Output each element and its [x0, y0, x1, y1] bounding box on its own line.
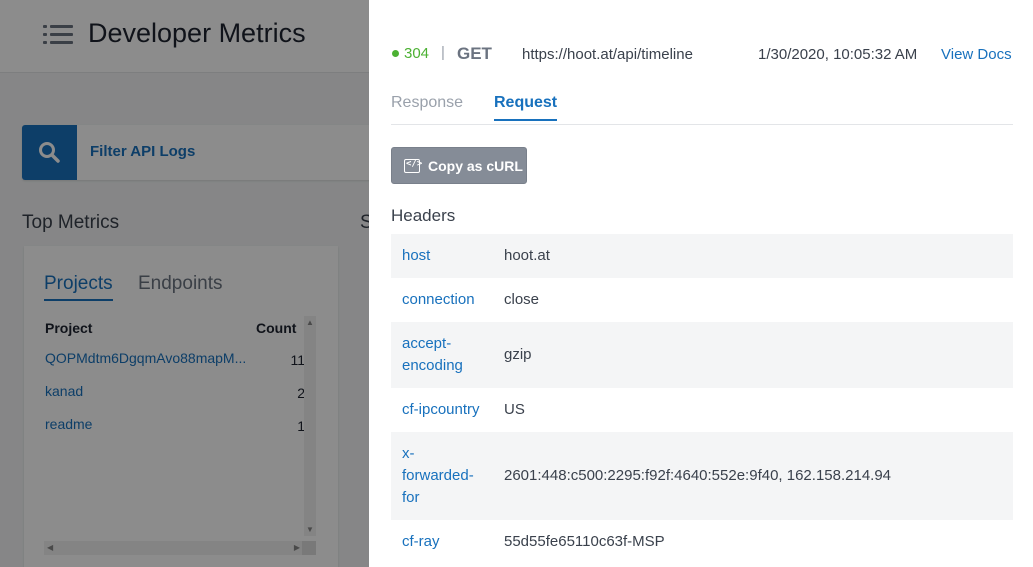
separator: |: [441, 44, 445, 61]
header-value: 55d55fe65110c63f-MSP: [504, 533, 665, 550]
header-value: close: [504, 291, 540, 308]
header-key[interactable]: x-forwarded-for: [402, 443, 482, 509]
view-docs-link[interactable]: View Docs: [941, 46, 1012, 63]
status-dot-icon: [392, 50, 399, 57]
header-value: hoot.at: [504, 247, 550, 264]
request-url: https://hoot.at/api/timeline: [522, 46, 693, 63]
header-key[interactable]: cf-ray: [402, 531, 492, 553]
header-key[interactable]: cf-ipcountry: [402, 399, 492, 421]
copy-as-curl-label: Copy as cURL: [428, 158, 523, 174]
api-log-detail-panel: 304 | GET https://hoot.at/api/timeline 1…: [369, 0, 1033, 567]
tab-response[interactable]: Response: [391, 94, 463, 112]
header-row: cf-ipcountry US: [391, 388, 1013, 432]
modal-backdrop[interactable]: [0, 0, 369, 567]
header-value: US: [504, 401, 525, 418]
header-key[interactable]: connection: [402, 289, 492, 311]
header-row: cf-ray 55d55fe65110c63f-MSP: [391, 520, 1013, 564]
header-row: x-forwarded-for 2601:448:c500:2295:f92f:…: [391, 432, 1013, 520]
header-row: accept-encoding gzip: [391, 322, 1013, 388]
tab-request[interactable]: Request: [494, 94, 558, 121]
header-key[interactable]: host: [402, 245, 492, 267]
http-method: GET: [457, 44, 492, 63]
copy-as-curl-button[interactable]: </> Copy as cURL: [391, 147, 527, 184]
headers-title: Headers: [391, 206, 456, 225]
code-icon: </>: [404, 159, 422, 173]
header-key[interactable]: accept-encoding: [402, 333, 482, 377]
header-row: host hoot.at: [391, 234, 1013, 278]
headers-table: host hoot.at connection close accept-enc…: [391, 234, 1013, 564]
header-value: 2601:448:c500:2295:f92f:4640:552e:9f40, …: [504, 467, 892, 484]
header-value: gzip: [504, 346, 532, 363]
tabs-divider: [391, 124, 1013, 125]
status-code: 304: [404, 45, 430, 62]
header-row: connection close: [391, 278, 1013, 322]
request-timestamp: 1/30/2020, 10:05:32 AM: [758, 46, 918, 63]
